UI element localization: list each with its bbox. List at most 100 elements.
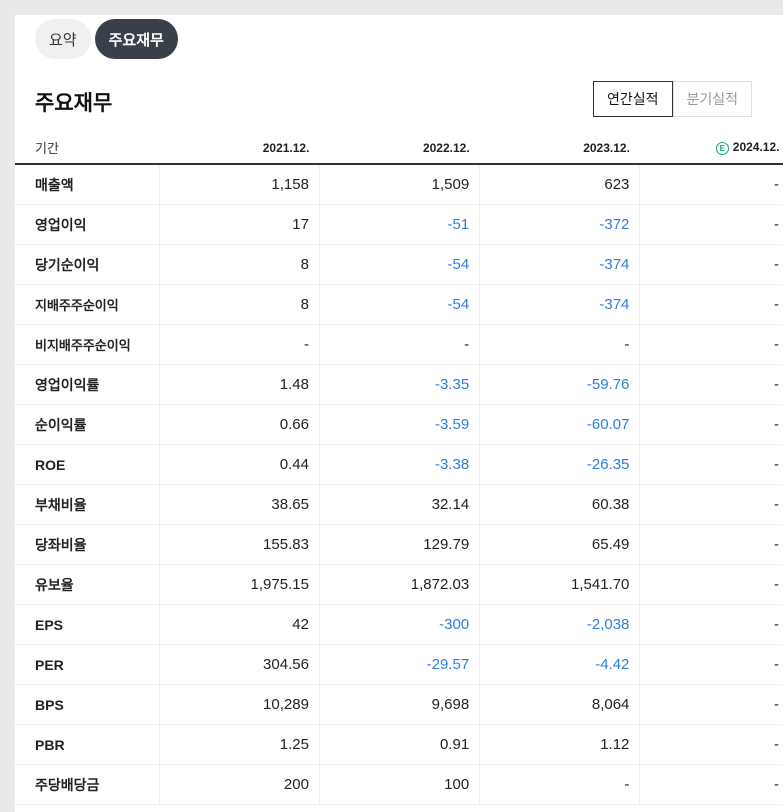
financial-table: 기간 2021.12. 2022.12. 2023.12. E 2024.12. … [15,132,783,805]
row-label: 당기순이익 [15,244,160,285]
column-header: 2023.12. [479,132,640,165]
row-label: 순이익률 [15,404,160,445]
row-label: ROE [15,444,160,485]
table-cell: - [639,404,783,445]
table-row: 당좌비율 155.83 129.79 65.49- [15,524,783,565]
table-cell: 129.79 [319,524,481,565]
table-cell: 38.65 [159,484,320,525]
table-cell: 1,975.15 [159,564,320,605]
table-cell: - [639,764,783,805]
table-cell: 9,698 [319,684,481,725]
table-cell: - [639,244,783,285]
table-cell: -4.42 [479,644,641,685]
table-cell: - [639,484,783,525]
table-cell: 100 [319,764,481,805]
quarterly-results-button[interactable]: 분기실적 [672,81,753,117]
table-row: 매출액 1,158 1,509 623- [15,164,783,205]
table-cell: -60.07 [479,404,641,445]
column-header: 2022.12. [319,132,480,165]
table-cell: 8 [159,284,320,325]
table-cell: -54 [319,244,481,285]
table-cell: -372 [479,204,641,245]
row-label: PER [15,644,160,685]
table-cell: - [639,324,783,365]
table-cell: 17 [159,204,320,245]
table-cell: 1.48 [159,364,320,405]
table-header-row: 기간 2021.12. 2022.12. 2023.12. E 2024.12. [15,132,783,165]
table-cell: - [639,284,783,325]
table-row: EPS 42 -300 -2,038- [15,604,783,645]
table-cell: - [639,684,783,725]
table-row: 부채비율 38.65 32.14 60.38- [15,484,783,525]
table-cell: 0.91 [319,724,481,765]
row-label: EPS [15,604,160,645]
table-cell: - [479,324,641,365]
annual-results-button[interactable]: 연간실적 [593,81,673,117]
table-cell: -3.35 [319,364,481,405]
table-cell: 1,541.70 [479,564,641,605]
row-label: 당좌비율 [15,524,160,565]
table-cell: 0.66 [159,404,320,445]
table-cell: -54 [319,284,481,325]
row-label: PBR [15,724,160,765]
table-cell: - [639,524,783,565]
table-cell: - [639,564,783,605]
table-cell: -3.59 [319,404,481,445]
table-cell: - [319,324,481,365]
table-row: 당기순이익 8 -54 -374- [15,244,783,285]
table-cell: -29.57 [319,644,481,685]
table-cell: - [639,604,783,645]
row-label: 유보율 [15,564,160,605]
table-row: 비지배주주순이익 - - - - [15,324,783,365]
table-cell: 1.25 [159,724,320,765]
section-title: 주요재무 [35,92,113,115]
table-cell: - [639,364,783,405]
table-cell: 8 [159,244,320,285]
table-cell: - [639,204,783,245]
row-label: 비지배주주순이익 [15,324,160,365]
table-row: 유보율 1,975.15 1,872.03 1,541.70- [15,564,783,605]
table-cell: - [639,164,783,205]
table-cell: -51 [319,204,481,245]
table-cell: 8,064 [479,684,641,725]
financial-panel: 요약 주요재무 주요재무 연간실적 분기실적 기간 2021.12. 2022.… [15,15,783,812]
table-row: 주당배당금 200 100- - [15,764,783,805]
table-cell: 42 [159,604,320,645]
table-cell: -374 [479,284,641,325]
table-cell: 200 [159,764,320,805]
period-header: 기간 [15,132,160,165]
row-label: 영업이익 [15,204,160,245]
row-label: 부채비율 [15,484,160,525]
row-label: BPS [15,684,160,725]
tab-key-financials[interactable]: 주요재무 [94,19,178,59]
table-cell: 623 [479,164,641,205]
table-cell: -26.35 [479,444,641,485]
table-row: ROE 0.44 -3.38 -26.35- [15,444,783,485]
table-cell: -300 [319,604,481,645]
table-cell: 65.49 [479,524,641,565]
table-row: 지배주주순이익 8 -54 -374- [15,284,783,325]
table-row: BPS 10,289 9,698 8,064- [15,684,783,725]
view-tabs: 요약 주요재무 [35,19,178,59]
table-cell: 1,158 [159,164,320,205]
table-cell: -2,038 [479,604,641,645]
table-cell: -3.38 [319,444,481,485]
table-cell: 155.83 [159,524,320,565]
table-cell: - [639,644,783,685]
column-header: 2021.12. [159,132,320,165]
column-header-estimate: E 2024.12. [639,132,783,165]
row-label: 매출액 [15,164,160,205]
table-row: PBR 1.25 0.91 1.12- [15,724,783,765]
period-toggle: 연간실적 분기실적 [593,81,753,117]
table-cell: -59.76 [479,364,641,405]
estimate-icon: E [715,141,729,155]
table-cell: 60.38 [479,484,641,525]
column-header-label: 2024.12. [732,140,780,155]
table-cell: - [479,764,641,805]
table-cell: 1,872.03 [319,564,481,605]
table-cell: - [639,444,783,485]
table-row: 영업이익 17 -51 -372- [15,204,783,245]
tab-summary[interactable]: 요약 [35,19,91,59]
table-cell: 32.14 [319,484,481,525]
table-row: 순이익률 0.66 -3.59 -60.07- [15,404,783,445]
